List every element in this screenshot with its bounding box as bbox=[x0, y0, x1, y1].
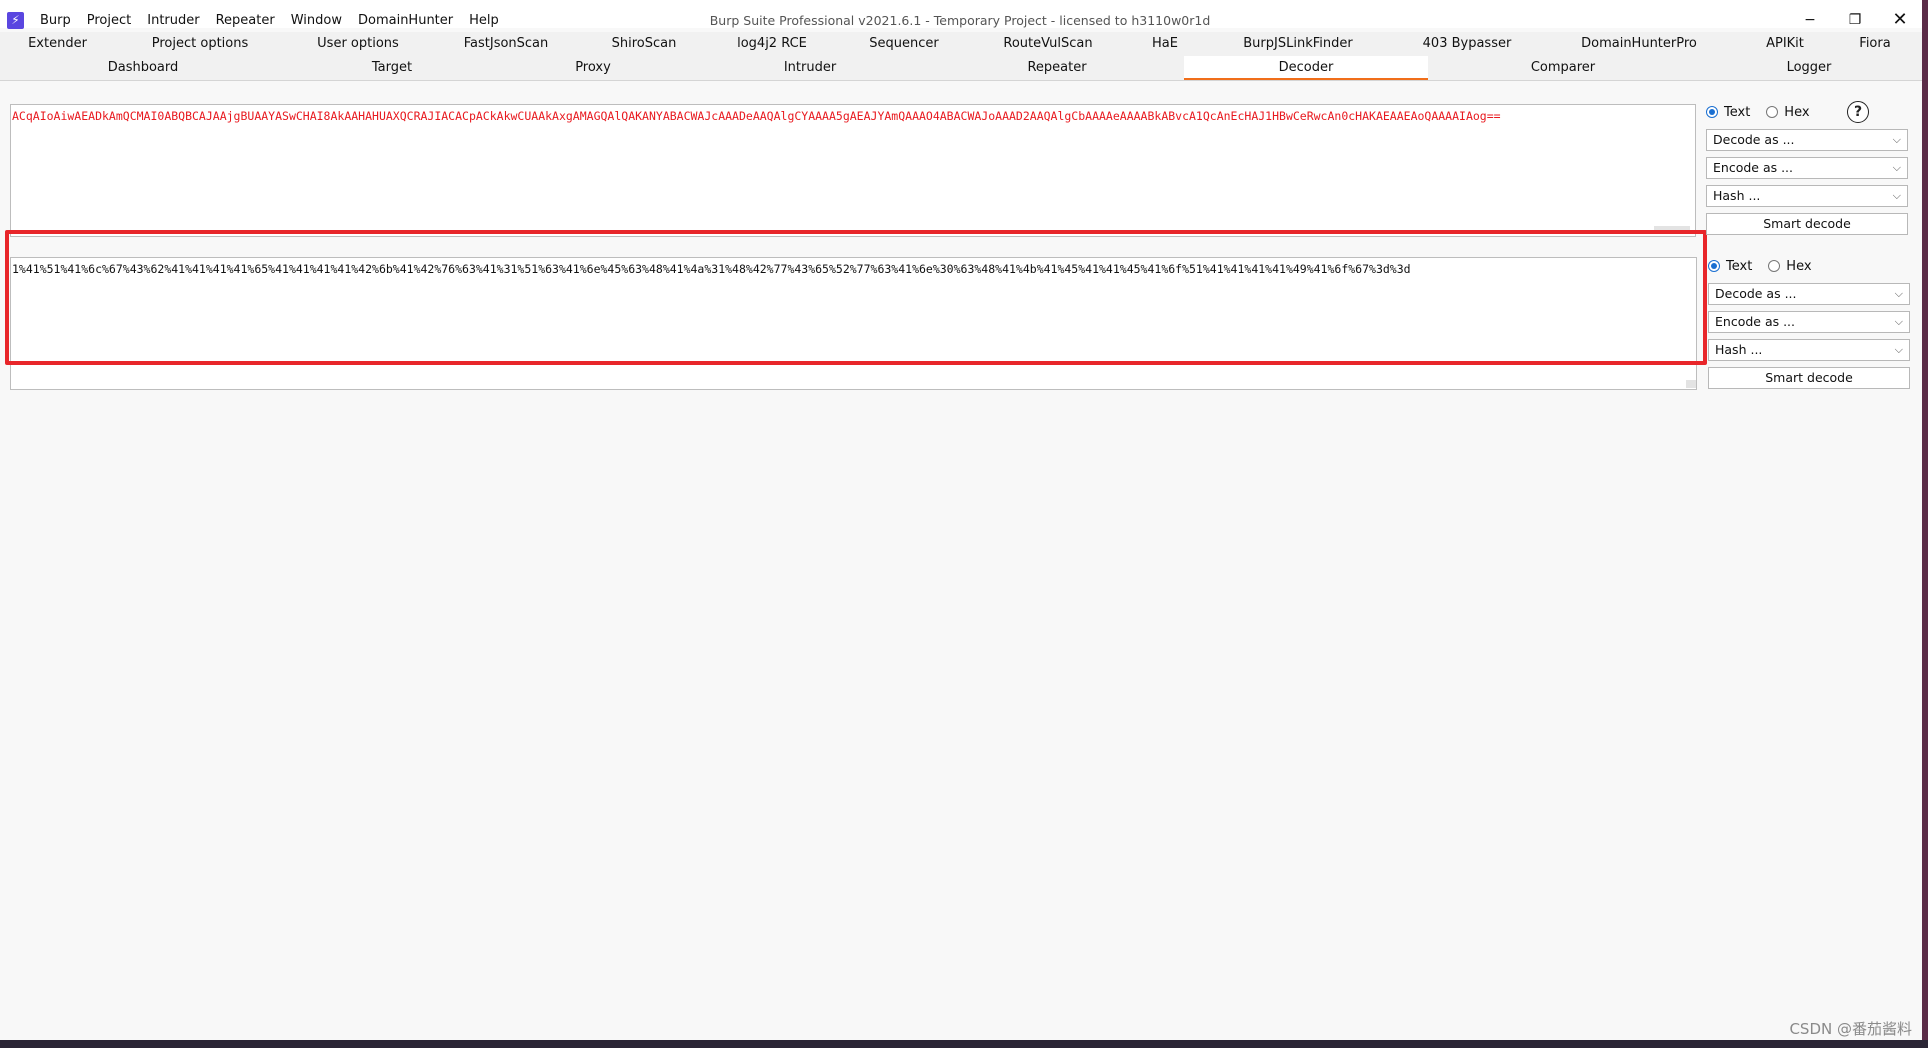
panel1-hex-label: Hex bbox=[1784, 104, 1810, 120]
window-title: Burp Suite Professional v2021.6.1 - Temp… bbox=[709, 13, 1211, 28]
panel1-text-label: Text bbox=[1724, 104, 1751, 120]
panel1-hash-label: Hash ... bbox=[1713, 188, 1761, 203]
chevron-down-icon: ⌵ bbox=[1892, 189, 1901, 202]
panel2-hex-radio[interactable] bbox=[1768, 260, 1781, 272]
panel1-hash-select[interactable]: Hash ... ⌵ bbox=[1706, 185, 1908, 207]
extension-tabs-row: Extender Project options User options Fa… bbox=[0, 32, 1928, 56]
panel2-decode-select[interactable]: Decode as ... ⌵ bbox=[1708, 283, 1910, 305]
restore-icon[interactable]: ❐ bbox=[1837, 8, 1873, 32]
panel1-encode-select[interactable]: Encode as ... ⌵ bbox=[1706, 157, 1908, 179]
panel1-text-radio[interactable] bbox=[1706, 106, 1718, 118]
decoder-output-editor[interactable]: 1%41%51%41%6c%67%43%62%41%41%41%41%65%41… bbox=[10, 257, 1697, 390]
tab-user-options[interactable]: User options bbox=[285, 32, 431, 56]
tab-domainhunterpro[interactable]: DomainHunterPro bbox=[1543, 32, 1735, 56]
panel1-hex-radio[interactable] bbox=[1766, 106, 1779, 118]
tab-sequencer[interactable]: Sequencer bbox=[837, 32, 971, 56]
panel1-smart-decode-button[interactable]: Smart decode bbox=[1706, 213, 1908, 235]
panel2-text-radio[interactable] bbox=[1708, 260, 1720, 272]
tab-repeater[interactable]: Repeater bbox=[932, 56, 1182, 80]
output-resize-handle[interactable] bbox=[1686, 380, 1696, 388]
help-icon[interactable]: ? bbox=[1847, 101, 1869, 123]
panel2-text-label: Text bbox=[1726, 258, 1753, 274]
tab-hae[interactable]: HaE bbox=[1125, 32, 1205, 56]
menu-repeater[interactable]: Repeater bbox=[216, 12, 275, 30]
panel1-decode-label: Decode as ... bbox=[1713, 132, 1795, 147]
title-bar: ⚡ Burp Project Intruder Repeater Window … bbox=[0, 0, 1928, 30]
chevron-down-icon: ⌵ bbox=[1892, 161, 1901, 174]
chevron-down-icon: ⌵ bbox=[1894, 315, 1903, 328]
tab-burpjslinkfinder[interactable]: BurpJSLinkFinder bbox=[1205, 32, 1391, 56]
tab-comparer[interactable]: Comparer bbox=[1428, 56, 1698, 80]
tab-logger[interactable]: Logger bbox=[1698, 56, 1920, 80]
tab-extender[interactable]: Extender bbox=[0, 32, 115, 56]
desktop-edge bbox=[1922, 0, 1928, 1048]
tab-target[interactable]: Target bbox=[286, 56, 498, 80]
tab-shiroscan[interactable]: ShiroScan bbox=[581, 32, 707, 56]
burp-logo-icon: ⚡ bbox=[7, 12, 24, 29]
close-icon[interactable]: ✕ bbox=[1882, 8, 1918, 32]
decoder-input-editor[interactable]: ACqAIoAiwAEADkAmQCMAI0ABQBCAJAAjgBUAAYAS… bbox=[10, 104, 1696, 237]
tab-fiora[interactable]: Fiora bbox=[1835, 32, 1915, 56]
watermark: CSDN @番茄酱料 bbox=[1789, 1020, 1912, 1038]
menu-intruder[interactable]: Intruder bbox=[147, 12, 199, 30]
panel2-hash-select[interactable]: Hash ... ⌵ bbox=[1708, 339, 1910, 361]
panel2-smart-decode-button[interactable]: Smart decode bbox=[1708, 367, 1910, 389]
menu-project[interactable]: Project bbox=[87, 12, 131, 30]
minimize-icon[interactable]: − bbox=[1792, 8, 1828, 32]
panel1-encode-label: Encode as ... bbox=[1713, 160, 1794, 175]
chevron-down-icon: ⌵ bbox=[1894, 343, 1903, 356]
panel2-encode-label: Encode as ... bbox=[1715, 314, 1796, 329]
panel2-hex-label: Hex bbox=[1786, 258, 1812, 274]
input-resize-handle[interactable] bbox=[1654, 226, 1690, 233]
panel2-hash-label: Hash ... bbox=[1715, 342, 1763, 357]
chevron-down-icon: ⌵ bbox=[1892, 133, 1901, 146]
menu-bar: Burp Project Intruder Repeater Window Do… bbox=[40, 12, 515, 30]
tab-log4j2-rce[interactable]: log4j2 RCE bbox=[707, 32, 837, 56]
tab-routevulscan[interactable]: RouteVulScan bbox=[971, 32, 1125, 56]
menu-domainhunter[interactable]: DomainHunter bbox=[358, 12, 453, 30]
tab-fastjsonscan[interactable]: FastJsonScan bbox=[431, 32, 581, 56]
tab-dashboard[interactable]: Dashboard bbox=[0, 56, 286, 80]
tab-decoder[interactable]: Decoder bbox=[1184, 56, 1428, 80]
panel1-decode-select[interactable]: Decode as ... ⌵ bbox=[1706, 129, 1908, 151]
panel1-format-radios: Text Hex bbox=[1706, 102, 1826, 122]
panel2-format-radios: Text Hex bbox=[1708, 256, 1828, 276]
menu-burp[interactable]: Burp bbox=[40, 12, 71, 30]
main-tabs-row: Dashboard Target Proxy Intruder Repeater… bbox=[0, 56, 1928, 81]
menu-window[interactable]: Window bbox=[291, 12, 342, 30]
panel2-decode-label: Decode as ... bbox=[1715, 286, 1797, 301]
tab-403-bypasser[interactable]: 403 Bypasser bbox=[1391, 32, 1543, 56]
tab-project-options[interactable]: Project options bbox=[115, 32, 285, 56]
chevron-down-icon: ⌵ bbox=[1894, 287, 1903, 300]
panel2-encode-select[interactable]: Encode as ... ⌵ bbox=[1708, 311, 1910, 333]
tab-intruder[interactable]: Intruder bbox=[688, 56, 932, 80]
menu-help[interactable]: Help bbox=[469, 12, 499, 30]
taskbar bbox=[0, 1040, 1928, 1048]
tab-apikit[interactable]: APIKit bbox=[1735, 32, 1835, 56]
tab-proxy[interactable]: Proxy bbox=[498, 56, 688, 80]
